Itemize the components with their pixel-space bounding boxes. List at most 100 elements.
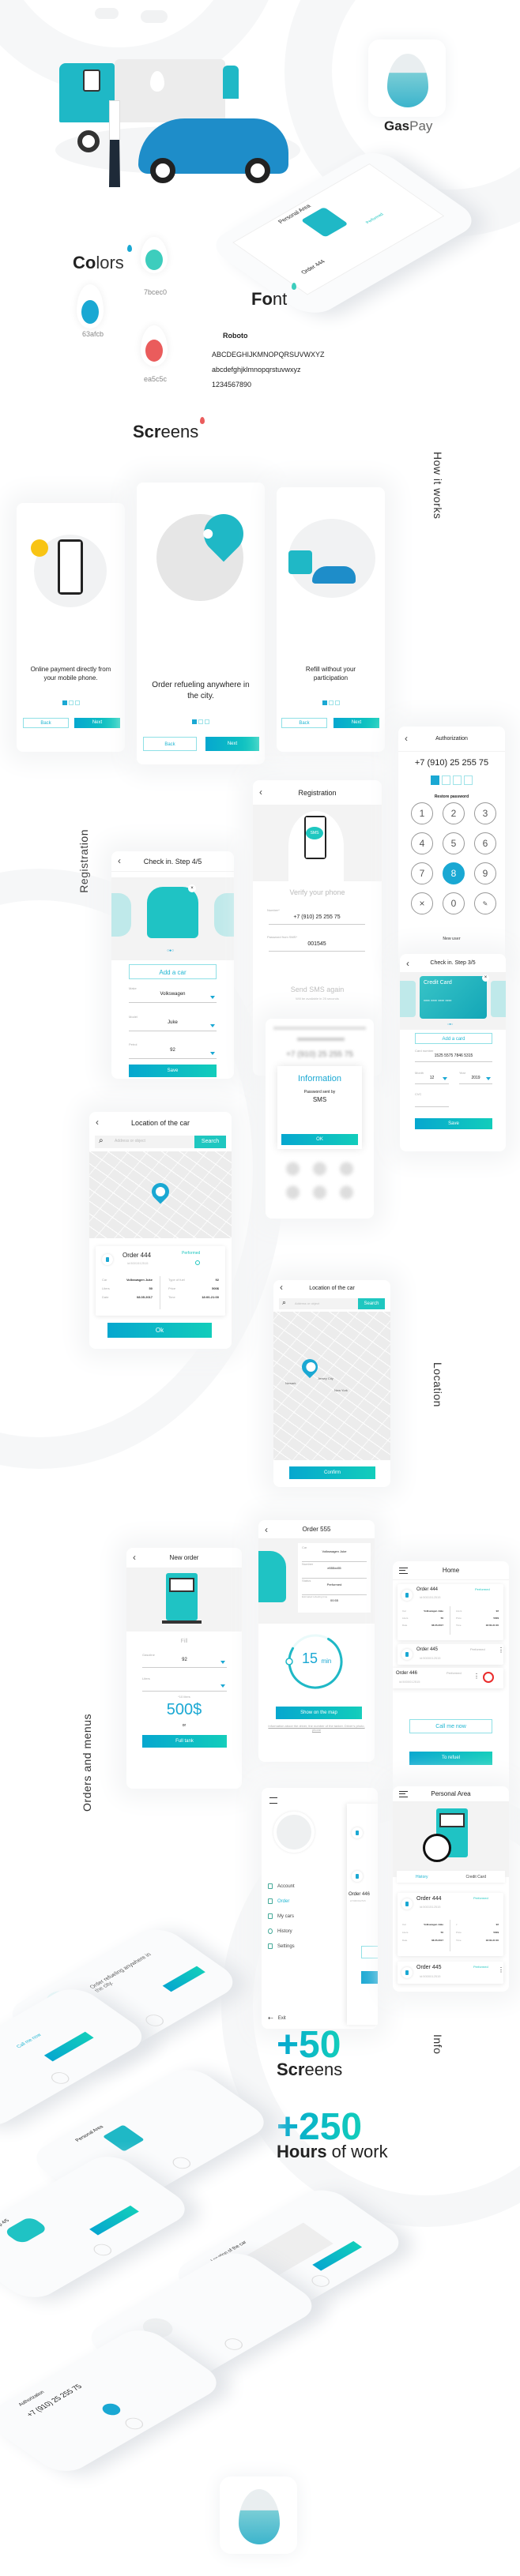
- year-value: 2019: [471, 1076, 480, 1080]
- key-8[interactable]: 8: [443, 862, 465, 884]
- save-button[interactable]: Save: [415, 1118, 492, 1129]
- tab-credit-card[interactable]: Credit Card: [465, 1875, 486, 1879]
- search-button[interactable]: Search: [358, 1298, 385, 1309]
- avatar[interactable]: [273, 1812, 315, 1853]
- app-icon[interactable]: [368, 39, 446, 117]
- key-5[interactable]: 5: [443, 832, 465, 854]
- back-chevron-icon[interactable]: ‹: [96, 1117, 99, 1128]
- gasoline-label: Gasoline: [142, 1653, 155, 1657]
- month-select[interactable]: 12: [415, 1076, 449, 1084]
- remove-card-icon[interactable]: ×: [482, 974, 489, 982]
- order-card-445[interactable]: Order 445 id:5000012515 Performed ⋮: [398, 1644, 504, 1665]
- menu-item-order[interactable]: Order: [268, 1896, 295, 1906]
- more-options-icon[interactable]: ⋮: [498, 1647, 504, 1654]
- search-input[interactable]: Address or object: [115, 1139, 145, 1143]
- sms-password-input[interactable]: 001545: [269, 941, 365, 952]
- back-button[interactable]: Back: [143, 737, 197, 751]
- search-button[interactable]: Search: [194, 1136, 226, 1148]
- map-label: Newark: [285, 1381, 296, 1385]
- menu-item-my-cars[interactable]: My cars: [268, 1911, 295, 1921]
- full-tank-button[interactable]: Full tank: [142, 1735, 227, 1748]
- menu-item-history[interactable]: History: [268, 1926, 295, 1936]
- order-details-right: Liters 92 Price 500$ Time 18:00-21:00: [456, 1609, 499, 1627]
- clear-key[interactable]: ×: [411, 892, 433, 914]
- call-me-now-button[interactable]: Call me now: [409, 1719, 492, 1733]
- expand-icon[interactable]: [195, 1260, 200, 1265]
- more-options-icon[interactable]: ⋮: [473, 1673, 480, 1680]
- menu-item-settings[interactable]: Settings: [268, 1941, 295, 1951]
- card-number-input[interactable]: 1525 5575 7846 5315: [415, 1053, 492, 1062]
- blurred-keypad: [281, 1157, 358, 1204]
- fuel-pump-icon: [352, 1871, 363, 1882]
- mockup-home-button: [307, 2273, 333, 2289]
- fuel-pump-icon: [352, 1827, 363, 1838]
- order-card-446-swiped[interactable]: Order 446 id:5000012515 Performed ⋮: [393, 1668, 503, 1688]
- car-carousel[interactable]: × ○●○: [111, 877, 234, 960]
- key-7[interactable]: 7: [411, 862, 433, 884]
- hamburger-menu-icon[interactable]: [269, 1797, 277, 1804]
- driver-info-link[interactable]: Information about the driver, the number…: [266, 1724, 367, 1732]
- key-6[interactable]: 6: [474, 832, 496, 854]
- app-icon-footer[interactable]: [220, 2476, 297, 2554]
- key-9[interactable]: 9: [474, 862, 496, 884]
- new-user-link[interactable]: New user: [398, 937, 505, 941]
- mockup-next-button: [162, 1966, 205, 1992]
- key-2[interactable]: 2: [443, 802, 465, 824]
- more-options-icon[interactable]: ⋮: [498, 1966, 504, 1973]
- key-0[interactable]: 0: [443, 892, 465, 914]
- make-select[interactable]: Volkswagen: [129, 992, 217, 1003]
- remove-car-icon[interactable]: ×: [188, 884, 196, 892]
- edit-key[interactable]: ✎: [474, 892, 496, 914]
- order-card-444[interactable]: Order 444 id:5001512515 Performed Car Vol…: [398, 1893, 503, 1956]
- back-chevron-icon[interactable]: ‹: [406, 958, 409, 969]
- back-chevron-icon[interactable]: ‹: [280, 1282, 283, 1293]
- petrol-select[interactable]: 92: [129, 1048, 217, 1059]
- phone-number-input[interactable]: +7 (910) 25 255 75: [269, 914, 365, 925]
- ok-button[interactable]: Ok: [107, 1323, 212, 1338]
- liters-select[interactable]: [142, 1681, 227, 1692]
- back-chevron-icon[interactable]: ‹: [405, 733, 408, 744]
- order-card-445[interactable]: Order 445 id:5000012515 Performed ⋮: [398, 1962, 504, 1984]
- order-card-444[interactable]: Order 444 id:5001512515 Performed Car Vol…: [398, 1584, 503, 1640]
- year-select[interactable]: 2019: [459, 1076, 492, 1084]
- back-chevron-icon[interactable]: ‹: [259, 787, 262, 798]
- restore-password-link[interactable]: Restore password: [398, 794, 505, 799]
- search-input[interactable]: Address or object: [295, 1301, 319, 1305]
- timer-knob: [285, 1658, 293, 1665]
- model-select[interactable]: Juke: [129, 1020, 217, 1031]
- cvc-input[interactable]: [415, 1098, 449, 1107]
- next-button[interactable]: Next: [74, 718, 120, 728]
- home-peek-panel[interactable]: Order 446 id:5000012515: [347, 1804, 378, 2025]
- exit-button[interactable]: ⇠ Exit: [268, 2013, 286, 2023]
- gasoline-select[interactable]: 92: [142, 1658, 227, 1668]
- back-button[interactable]: Back: [23, 718, 69, 728]
- back-chevron-icon[interactable]: ‹: [133, 1552, 136, 1563]
- model-value: Juke: [168, 1020, 178, 1025]
- ok-button[interactable]: OK: [281, 1134, 358, 1145]
- back-chevron-icon[interactable]: ‹: [118, 855, 121, 866]
- hamburger-menu-icon[interactable]: [399, 1568, 408, 1574]
- tab-history[interactable]: History: [416, 1875, 428, 1879]
- next-button[interactable]: Next: [205, 737, 259, 751]
- back-button[interactable]: Back: [281, 718, 327, 728]
- to-refuel-button[interactable]: To refuel: [409, 1752, 492, 1765]
- show-on-map-button[interactable]: Show on the map: [276, 1707, 362, 1719]
- menu-item-account[interactable]: Account: [268, 1881, 295, 1891]
- map-view[interactable]: New York Newark Jersey City: [273, 1312, 390, 1460]
- key-4[interactable]: 4: [411, 832, 433, 854]
- hamburger-menu-icon[interactable]: [399, 1791, 408, 1797]
- save-button[interactable]: Save: [129, 1065, 217, 1077]
- add-card-button[interactable]: Add a card: [415, 1033, 492, 1044]
- card-carousel[interactable]: Credit Card **** **** **** **** × ○●○: [400, 973, 506, 1030]
- key-1[interactable]: 1: [411, 802, 433, 824]
- back-chevron-icon[interactable]: ‹: [265, 1524, 268, 1535]
- pin-indicator: [398, 775, 505, 785]
- resend-sms-link[interactable]: Send SMS again: [253, 986, 382, 993]
- cancel-order-icon[interactable]: [483, 1672, 494, 1683]
- next-button[interactable]: Next: [333, 718, 379, 728]
- order-card[interactable]: Order 444 id:5001512515 Performed Car Vol…: [96, 1246, 225, 1316]
- key-3[interactable]: 3: [474, 802, 496, 824]
- add-car-button[interactable]: Add a car: [129, 964, 217, 979]
- confirm-button[interactable]: Confirm: [289, 1466, 375, 1479]
- hero-pump-illustration: [300, 206, 349, 238]
